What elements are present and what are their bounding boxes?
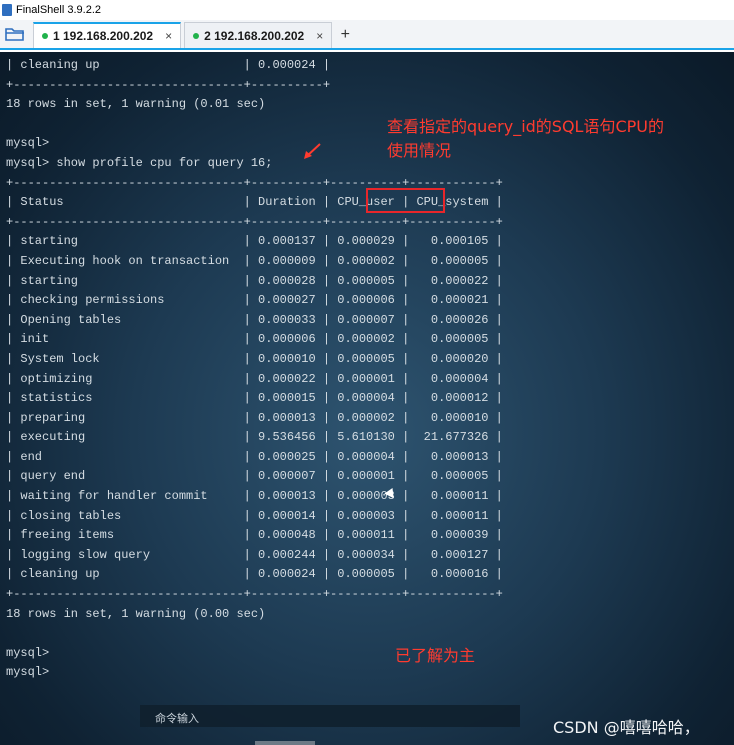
app-icon (2, 4, 12, 16)
tab-session-2[interactable]: 2 192.168.200.202 × (184, 22, 333, 48)
arrow-icon (304, 143, 321, 159)
annotation-top: 查看指定的query_id的SQL语句CPU的 使用情况 (387, 117, 664, 160)
close-icon[interactable]: × (316, 29, 323, 43)
close-icon[interactable]: × (165, 29, 172, 43)
title-bar: FinalShell 3.9.2.2 (0, 0, 734, 20)
folder-icon[interactable] (0, 20, 30, 48)
annotation-bottom: 已了解为主 (395, 646, 476, 665)
watermark: CSDN @嘻嘻哈哈， (553, 718, 700, 737)
add-tab-button[interactable]: + (334, 22, 356, 48)
connected-status-icon (42, 33, 48, 39)
connected-status-icon (193, 32, 200, 39)
window-title: FinalShell 3.9.2.2 (16, 4, 101, 16)
highlight-box (366, 188, 445, 213)
tab-label: 1 192.168.200.202 (53, 29, 154, 43)
command-input-label: 命令输入 (155, 712, 199, 725)
scroll-handle[interactable] (255, 741, 315, 745)
tab-session-1[interactable]: 1 192.168.200.202 × (33, 22, 182, 48)
tab-bar: 1 192.168.200.202 × 2 192.168.200.202 × … (0, 20, 734, 50)
tab-label: 2 192.168.200.202 (204, 28, 305, 43)
